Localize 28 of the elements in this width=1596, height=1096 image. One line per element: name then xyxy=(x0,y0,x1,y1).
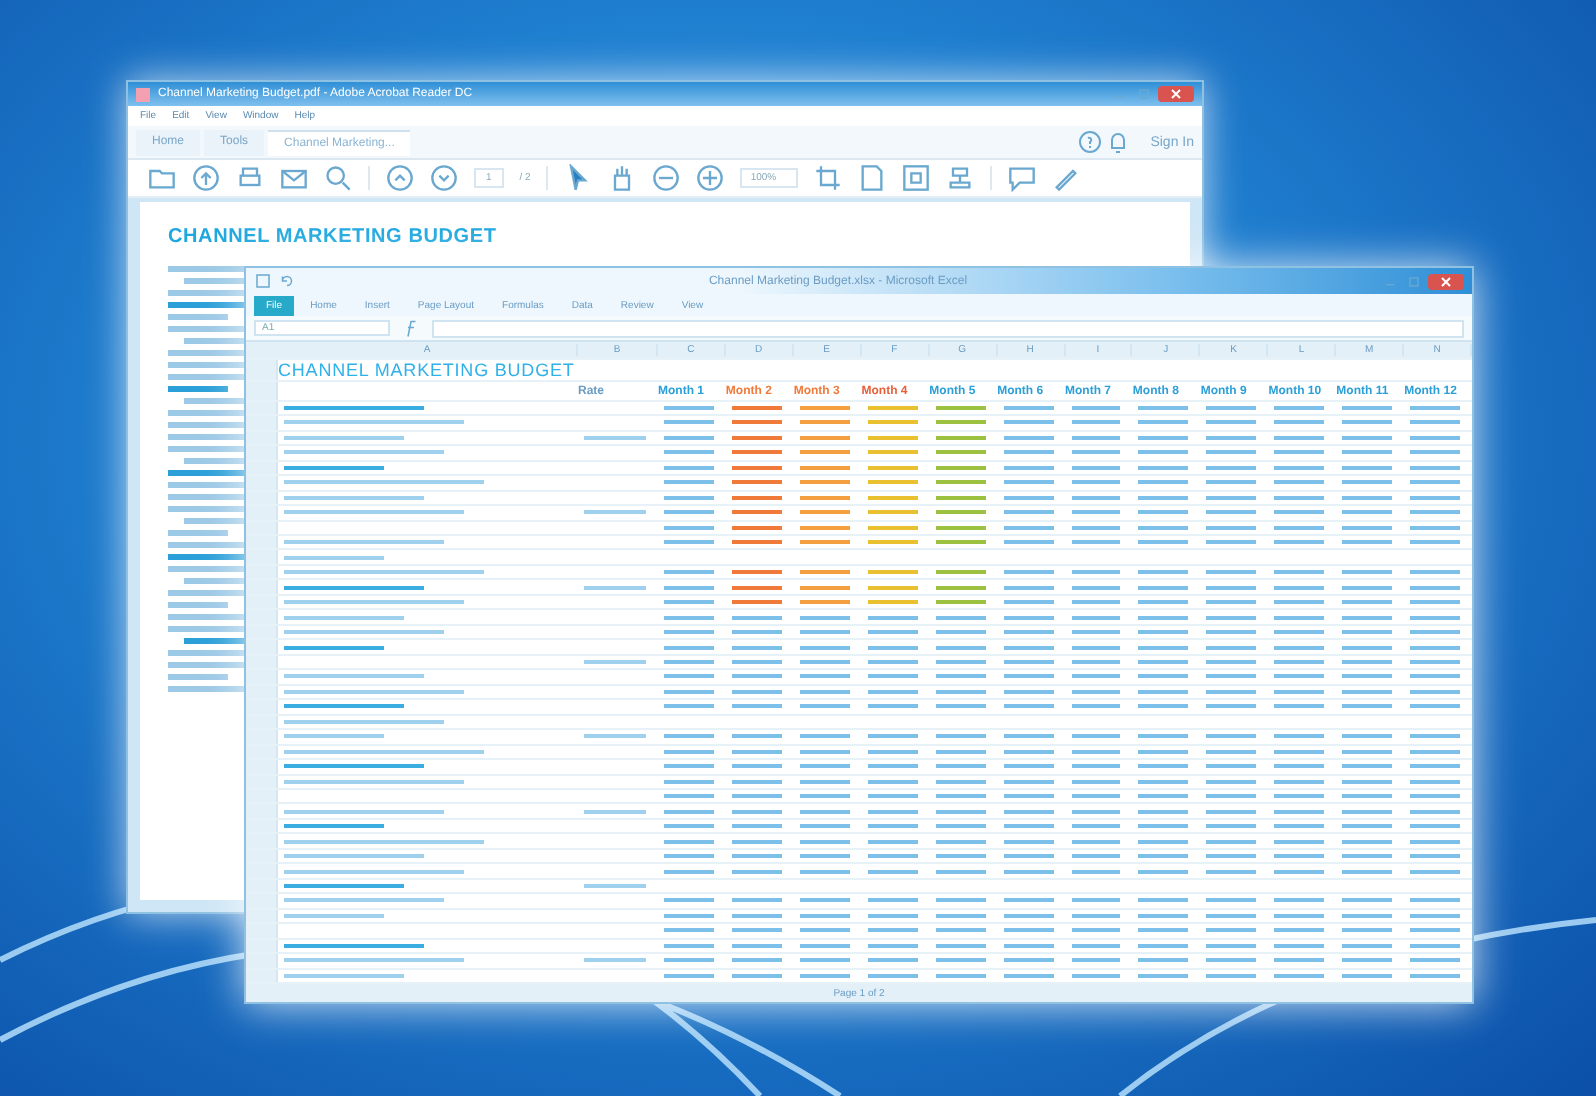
app-logo-icon xyxy=(136,87,150,101)
folder-icon[interactable] xyxy=(148,164,176,192)
save-icon[interactable] xyxy=(254,272,272,290)
function-icon[interactable] xyxy=(402,319,420,337)
search-icon[interactable] xyxy=(324,164,352,192)
zoom-out-icon[interactable] xyxy=(652,164,681,192)
upload-icon[interactable] xyxy=(192,164,220,192)
maximize-icon[interactable] xyxy=(1134,86,1154,102)
document-title: CHANNEL MARKETING BUDGET xyxy=(168,226,499,248)
maximize-icon[interactable] xyxy=(1404,273,1424,289)
close-icon[interactable] xyxy=(1428,273,1464,289)
formula-field[interactable] xyxy=(432,319,1464,337)
close-icon[interactable] xyxy=(1158,86,1194,102)
arrow-down-icon[interactable] xyxy=(430,164,458,192)
cursor-icon[interactable] xyxy=(564,164,593,192)
envelope-icon[interactable] xyxy=(280,164,308,192)
bell-icon[interactable] xyxy=(1106,130,1131,154)
comment-icon[interactable] xyxy=(1008,164,1037,192)
question-icon[interactable] xyxy=(1078,130,1103,154)
sheet-title: CHANNEL MARKETING BUDGET xyxy=(278,360,577,381)
page-icon[interactable] xyxy=(858,164,887,192)
arrow-up-icon[interactable] xyxy=(386,164,414,192)
zoom-in-icon[interactable] xyxy=(696,164,725,192)
fit-icon[interactable] xyxy=(902,164,931,192)
crop-icon[interactable] xyxy=(814,164,843,192)
pen-icon[interactable] xyxy=(1052,164,1081,192)
undo-icon[interactable] xyxy=(278,272,296,290)
printer-icon[interactable] xyxy=(236,164,264,192)
